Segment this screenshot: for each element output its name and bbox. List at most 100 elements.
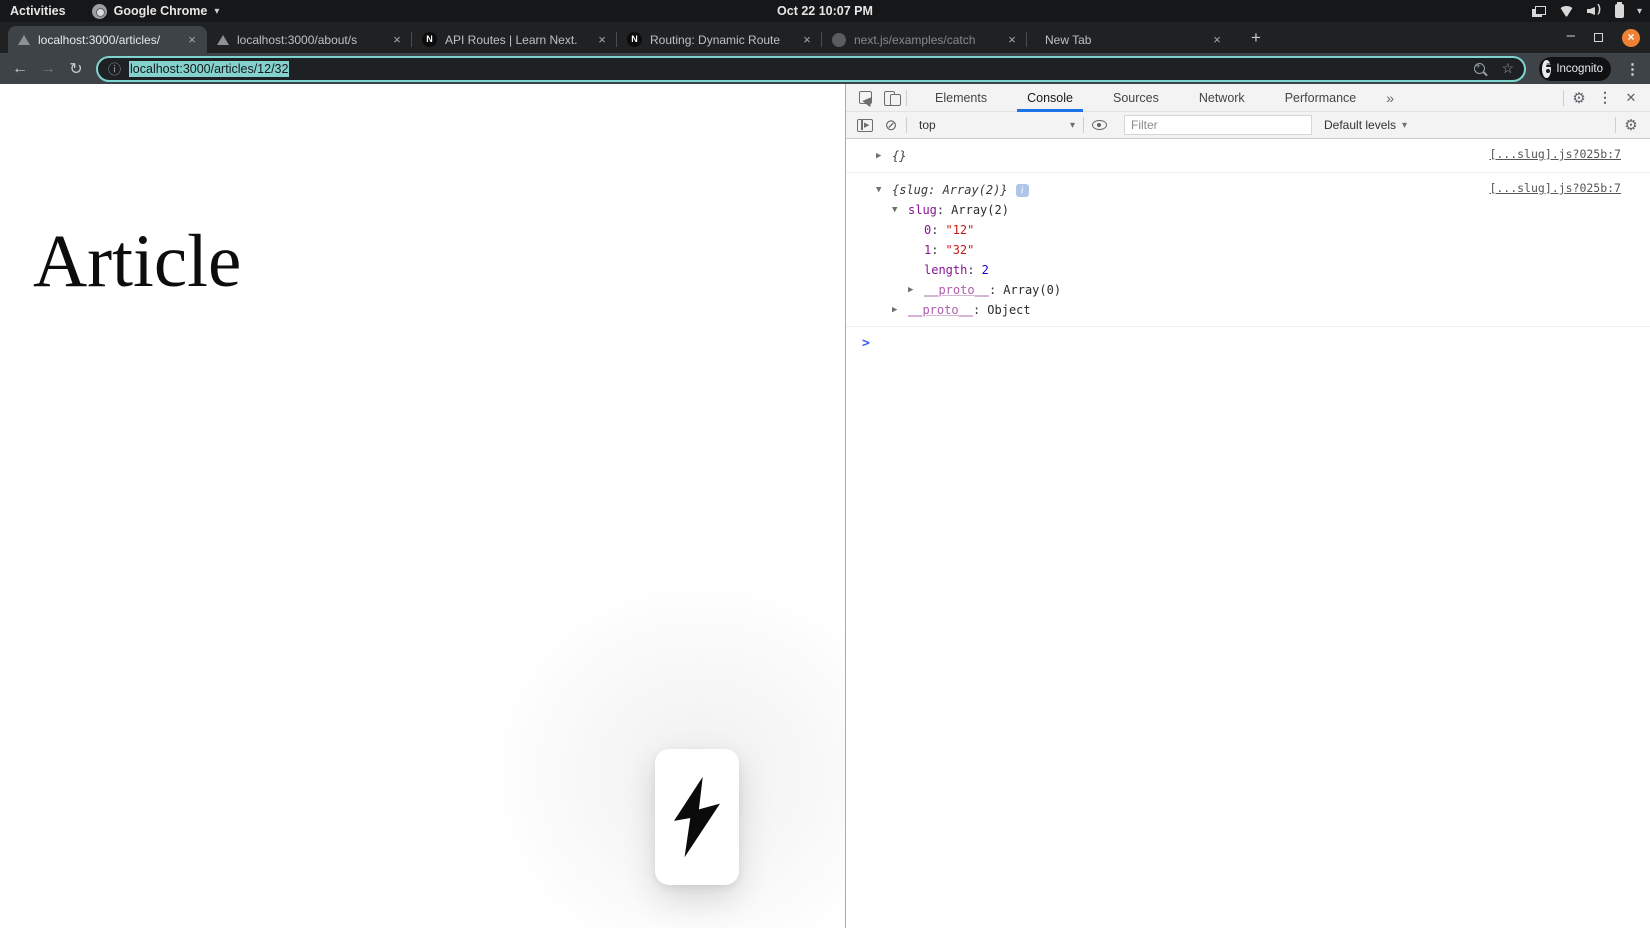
device-toolbar-button[interactable] bbox=[878, 85, 904, 111]
tray-chevron-down-icon[interactable]: ▾ bbox=[1637, 6, 1642, 17]
levels-label: Default levels bbox=[1324, 118, 1397, 132]
tab-network[interactable]: Network bbox=[1179, 84, 1265, 112]
property-name: slug bbox=[908, 203, 937, 217]
chevron-down-icon: ▾ bbox=[1402, 119, 1408, 131]
console-message-slug-object: ▼ {slug: Array(2)} i [...slug].js?025b:7… bbox=[846, 173, 1650, 327]
flash-card bbox=[655, 749, 739, 885]
devtools-menu-button[interactable]: ⋮ bbox=[1592, 85, 1618, 111]
browser-tab-about[interactable]: localhost:3000/about/s × bbox=[207, 26, 412, 53]
devtools-close-button[interactable]: ✕ bbox=[1618, 85, 1644, 111]
inspect-cursor-icon bbox=[858, 91, 872, 104]
github-favicon-icon bbox=[832, 32, 846, 47]
expand-triangle-icon[interactable]: ▶ bbox=[876, 146, 892, 166]
maximize-button[interactable] bbox=[1594, 33, 1603, 42]
battery-icon[interactable] bbox=[1614, 2, 1624, 18]
zoom-icon[interactable] bbox=[1474, 61, 1486, 74]
property-value: Array(2) bbox=[951, 203, 1009, 217]
console-settings-button[interactable]: ⚙ bbox=[1618, 112, 1644, 138]
console-toolbar: ⊘ top ▾ Default levels ▾ ⚙ bbox=[846, 112, 1650, 139]
console-prompt[interactable]: > bbox=[846, 327, 1650, 351]
context-label: top bbox=[919, 118, 936, 132]
background-glow bbox=[420, 514, 845, 928]
property-value: "32" bbox=[945, 243, 975, 257]
devtools-settings-button[interactable]: ⚙ bbox=[1566, 85, 1592, 111]
reload-button[interactable]: ↻ bbox=[62, 59, 90, 79]
window-close-button[interactable]: × bbox=[1622, 28, 1640, 47]
tab-performance[interactable]: Performance bbox=[1265, 84, 1377, 112]
tab-close-icon[interactable]: × bbox=[594, 32, 610, 48]
back-button[interactable]: ← bbox=[6, 60, 34, 78]
window-content: Article Elements Console Sources Network… bbox=[0, 84, 1650, 928]
site-info-icon[interactable]: ⓘ bbox=[108, 59, 121, 78]
console-filter-input[interactable] bbox=[1124, 115, 1312, 135]
prompt-chevron-icon: > bbox=[862, 336, 870, 351]
incognito-spy-icon bbox=[1542, 59, 1557, 78]
browser-tab-github[interactable]: next.js/examples/catch × bbox=[822, 26, 1027, 53]
property-name: 1 bbox=[924, 243, 932, 257]
inspect-element-button[interactable] bbox=[852, 85, 878, 111]
tree-row-array-proto: ▶ __proto__: Array(0) bbox=[846, 280, 1650, 300]
tab-title: next.js/examples/catch bbox=[854, 32, 976, 47]
url-text-selected[interactable]: localhost:3000/articles/12/32 bbox=[129, 60, 290, 77]
system-tray[interactable]: ▾ bbox=[1531, 0, 1642, 22]
source-link[interactable]: [...slug].js?025b:7 bbox=[1489, 181, 1621, 195]
speaker-icon[interactable] bbox=[1587, 3, 1602, 17]
minimize-button[interactable]: – bbox=[1567, 28, 1575, 43]
windows-stack-icon[interactable] bbox=[1531, 5, 1546, 17]
source-link[interactable]: [...slug].js?025b:7 bbox=[1489, 147, 1621, 161]
tree-row-length: length: 2 bbox=[846, 260, 1650, 280]
console-messages: ▶ {} [...slug].js?025b:7 ▼ {slug: Array(… bbox=[846, 139, 1650, 351]
tab-sources[interactable]: Sources bbox=[1093, 84, 1179, 112]
browser-tab-new-tab[interactable]: New Tab × bbox=[1027, 26, 1232, 53]
collapse-triangle-icon[interactable]: ▼ bbox=[892, 200, 908, 220]
browser-tab-routing[interactable]: N Routing: Dynamic Route × bbox=[617, 26, 822, 53]
tab-elements[interactable]: Elements bbox=[915, 84, 1007, 112]
tab-close-icon[interactable]: × bbox=[1004, 32, 1020, 48]
value-hint-icon: i bbox=[1015, 183, 1029, 197]
nextjs-favicon-icon: N bbox=[627, 32, 642, 47]
devtools-panel: Elements Console Sources Network Perform… bbox=[845, 84, 1650, 928]
wifi-icon[interactable] bbox=[1558, 5, 1574, 17]
tab-title: Routing: Dynamic Route bbox=[650, 32, 781, 47]
toolbar-divider bbox=[1615, 117, 1616, 133]
lightning-bolt-icon bbox=[674, 776, 720, 858]
execution-context-selector[interactable]: top ▾ bbox=[909, 118, 1081, 132]
tab-console[interactable]: Console bbox=[1007, 84, 1093, 112]
console-sidebar-button[interactable] bbox=[852, 112, 878, 138]
clear-console-button[interactable]: ⊘ bbox=[878, 112, 904, 138]
tab-close-icon[interactable]: × bbox=[184, 32, 200, 48]
expand-triangle-icon[interactable]: ▶ bbox=[908, 280, 924, 300]
toolbar-divider bbox=[1563, 89, 1564, 106]
browser-tab-strip: localhost:3000/articles/ × localhost:300… bbox=[0, 22, 1650, 53]
live-expression-button[interactable] bbox=[1086, 112, 1112, 138]
toolbar-divider bbox=[906, 117, 907, 133]
property-value: Object bbox=[987, 303, 1031, 317]
property-value: Array(0) bbox=[1003, 283, 1062, 297]
tab-close-icon[interactable]: × bbox=[799, 32, 815, 48]
tab-title: localhost:3000/about/s bbox=[237, 32, 358, 47]
nextjs-favicon-icon: N bbox=[422, 32, 437, 47]
address-bar[interactable]: ⓘ localhost:3000/articles/12/32 ☆ bbox=[96, 55, 1526, 82]
tab-close-icon[interactable]: × bbox=[1209, 32, 1225, 48]
system-top-bar: Activities Google Chrome ▾ Oct 22 10:07 … bbox=[0, 0, 1650, 22]
web-page: Article bbox=[0, 84, 845, 928]
devtools-tabs: Elements Console Sources Network Perform… bbox=[915, 84, 1376, 112]
property-name: __proto__ bbox=[908, 303, 974, 317]
browser-tab-articles[interactable]: localhost:3000/articles/ × bbox=[8, 26, 207, 53]
expand-triangle-icon[interactable]: ▶ bbox=[892, 300, 908, 320]
system-clock[interactable]: Oct 22 10:07 PM bbox=[0, 4, 1650, 18]
tab-title: localhost:3000/articles/ bbox=[38, 32, 161, 47]
browser-tab-api-routes[interactable]: N API Routes | Learn Next. × bbox=[412, 26, 617, 53]
browser-toolbar: ← → ↻ ⓘ localhost:3000/articles/12/32 ☆ … bbox=[0, 53, 1650, 84]
bookmark-star-icon[interactable]: ☆ bbox=[1501, 60, 1514, 77]
tree-row-slug: ▼ slug: Array(2) bbox=[846, 200, 1650, 220]
new-tab-button[interactable]: + bbox=[1244, 28, 1268, 48]
more-tabs-button[interactable]: » bbox=[1376, 90, 1404, 106]
eye-icon bbox=[1091, 120, 1107, 130]
property-name: length bbox=[924, 263, 968, 277]
collapse-triangle-icon[interactable]: ▼ bbox=[876, 180, 892, 200]
forward-button[interactable]: → bbox=[34, 60, 62, 78]
tab-close-icon[interactable]: × bbox=[389, 32, 405, 48]
browser-menu-icon[interactable]: ⋮ bbox=[1625, 60, 1640, 78]
log-levels-dropdown[interactable]: Default levels ▾ bbox=[1324, 118, 1407, 132]
